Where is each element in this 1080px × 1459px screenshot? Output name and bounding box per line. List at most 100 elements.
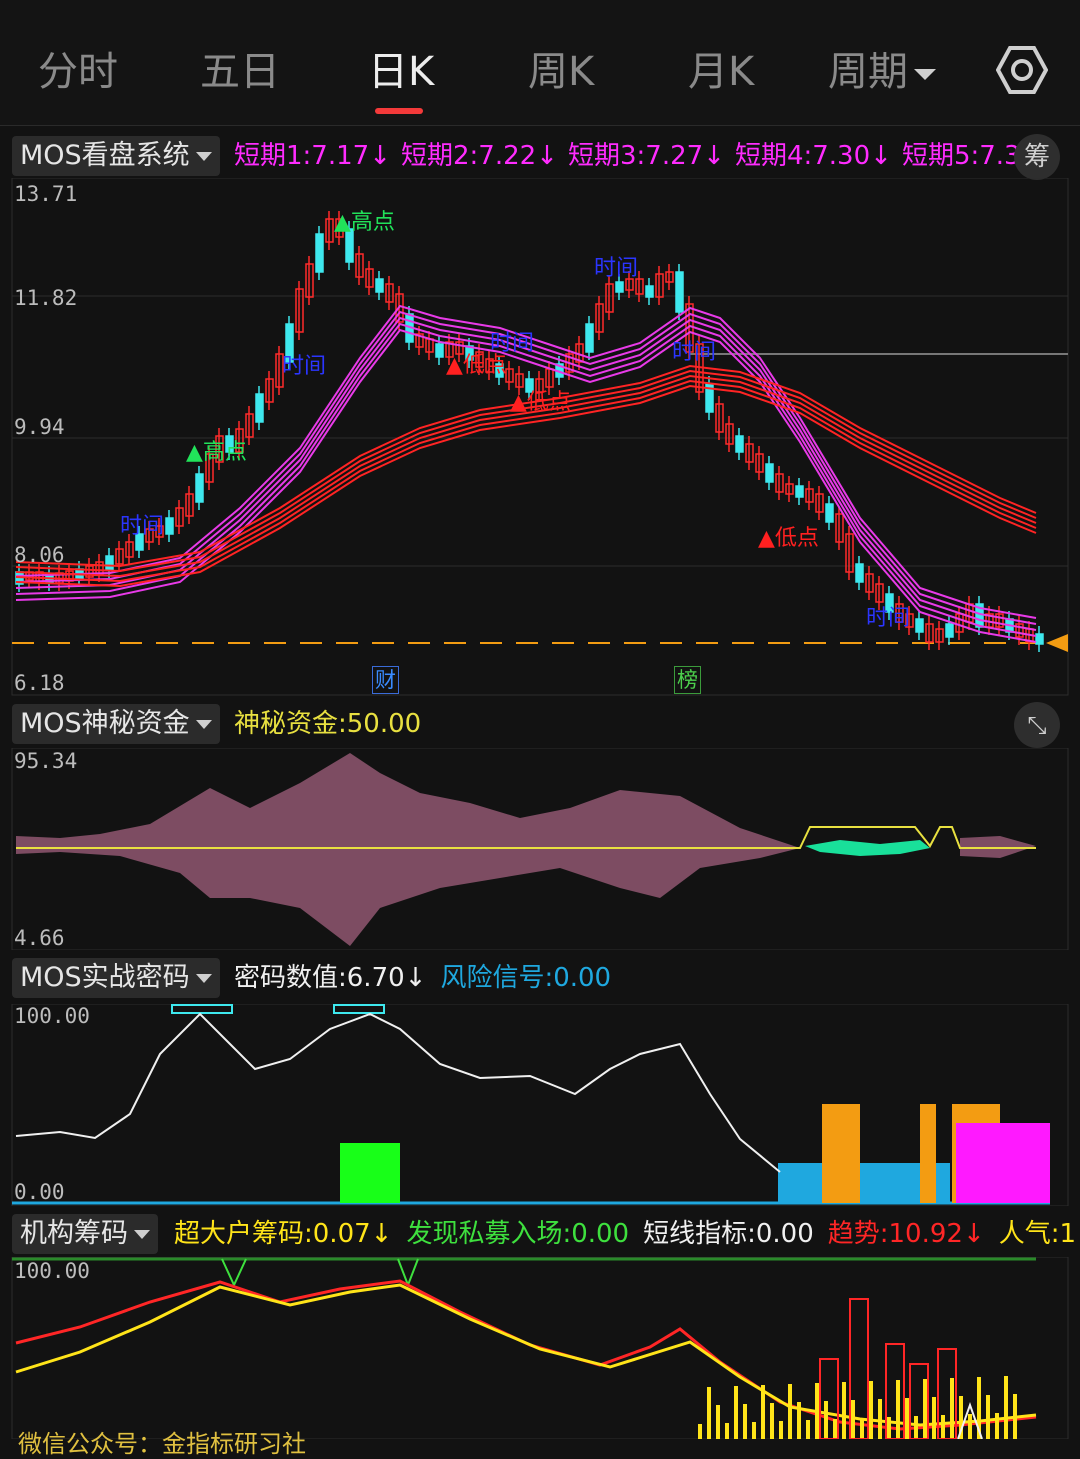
- main-chart-header: MOS看盘系统 短期1:7.17↓ 短期2:7.22↓ 短期3:7.27↓ 短期4:7…: [0, 134, 1080, 180]
- price-pointer-icon: [1046, 634, 1068, 652]
- signal-bar: [340, 1143, 400, 1203]
- indicator-value: 风险信号:0.00: [440, 963, 612, 993]
- panel4-indicator-selector[interactable]: 机构筹码: [12, 1214, 158, 1254]
- panel4-indicator-values: 超大户筹码:0.07↓ 发现私募入场:0.00 短线指标:0.00 趋势:10.92↓…: [174, 1214, 1080, 1254]
- indicator-value: 发现私募入场:0.00: [406, 1219, 630, 1249]
- panel3-indicator-selector[interactable]: MOS实战密码: [12, 958, 220, 998]
- selector-label: MOS神秘资金: [20, 708, 190, 739]
- chevron-down-icon: [134, 1230, 150, 1239]
- panel2-header: MOS神秘资金 神秘资金:50.00 ⤡: [0, 702, 1080, 748]
- panel2-axis-label: 4.66: [14, 926, 65, 950]
- time-marker: 时间: [120, 514, 165, 539]
- low-point-marker: ▲低点: [446, 353, 507, 378]
- selector-label: MOS实战密码: [20, 962, 190, 993]
- period-tab-bar: 分时 五日 日K 周K 月K 周期: [0, 0, 1080, 126]
- chevron-down-icon: [914, 68, 936, 80]
- active-tab-indicator: [375, 108, 423, 114]
- candle-body: [945, 623, 954, 638]
- finance-event-badge[interactable]: 财: [372, 666, 399, 694]
- candle-body: [165, 517, 174, 535]
- price-axis-label: 6.18: [14, 671, 65, 695]
- tab-intraday[interactable]: 分时: [38, 44, 118, 100]
- low-point-marker: ▲低点: [510, 390, 571, 415]
- indicator-value: 密码数值:6.70↓: [234, 963, 427, 993]
- candle-body: [645, 285, 654, 298]
- candle-body: [105, 555, 114, 571]
- price-axis-label: 8.06: [14, 543, 65, 567]
- indicator-value: 短期3:7.27↓: [567, 141, 725, 171]
- mystery-fund-chart[interactable]: [0, 748, 1080, 950]
- tab-daily-k[interactable]: 日K: [368, 44, 434, 100]
- candle-body: [255, 393, 264, 423]
- short-ma-line: [15, 316, 1037, 631]
- time-marker: 时间: [866, 606, 911, 631]
- candle-body: [795, 485, 804, 498]
- list-event-badge[interactable]: 榜: [674, 666, 701, 694]
- footer-watermark: 微信公众号：金指标研习社: [18, 1430, 306, 1458]
- time-marker: 时间: [672, 340, 717, 365]
- panel2-indicator-selector[interactable]: MOS神秘资金: [12, 704, 220, 744]
- panel3-axis-label: 0.00: [14, 1180, 65, 1204]
- popularity-line: [15, 1283, 1037, 1427]
- time-marker: 时间: [282, 354, 327, 379]
- institution-chips-chart[interactable]: [0, 1257, 1080, 1439]
- code-bar: [920, 1104, 936, 1203]
- low-point-marker: ▲低点: [758, 526, 819, 551]
- indicator-value: 趋势:10.92↓: [827, 1219, 985, 1249]
- settings-gear-icon[interactable]: [996, 44, 1048, 96]
- top-marker: [171, 1004, 233, 1014]
- candle-body: [675, 271, 684, 313]
- panel4-axis-label: 100.00: [14, 1259, 90, 1283]
- candle-body: [195, 473, 204, 503]
- chevron-down-icon: [195, 974, 212, 983]
- candle-body: [855, 563, 864, 583]
- mystery-fund-value: 神秘资金:50.00: [234, 709, 422, 739]
- indicator-value: 短期1:7.17↓: [234, 141, 391, 171]
- candle-body: [585, 323, 594, 353]
- trend-line: [15, 1279, 1037, 1431]
- panel2-axis-label: 95.34: [14, 749, 78, 773]
- candle-body: [615, 281, 624, 293]
- code-bar: [822, 1104, 860, 1203]
- indicator-value: 短期2:7.22↓: [400, 141, 558, 171]
- code-bar: [956, 1123, 1050, 1203]
- tab-five-day[interactable]: 五日: [200, 44, 280, 100]
- candle-body: [435, 343, 444, 358]
- panel4-header: 机构筹码 超大户筹码:0.07↓ 发现私募入场:0.00 短线指标:0.00 趋势:1…: [0, 1212, 1080, 1256]
- candle-body: [375, 278, 384, 293]
- top-marker: [333, 1004, 385, 1014]
- time-marker: 时间: [594, 256, 639, 281]
- chip-distribution-button[interactable]: 筹: [1014, 134, 1060, 180]
- price-axis-label: 13.71: [14, 182, 78, 206]
- chevron-down-icon: [195, 152, 212, 161]
- candle-body: [1035, 633, 1044, 645]
- candle-body: [735, 435, 744, 453]
- indicator-value: 超大户筹码:0.07↓: [174, 1219, 393, 1249]
- tab-monthly-k[interactable]: 月K: [688, 44, 754, 100]
- high-point-marker: ▲高点: [334, 210, 395, 235]
- tab-weekly-k[interactable]: 周K: [528, 44, 594, 100]
- candle-body: [915, 618, 924, 633]
- price-axis-label: 9.94: [14, 415, 65, 439]
- high-point-marker: ▲高点: [186, 440, 247, 465]
- selector-label: MOS看盘系统: [20, 140, 190, 171]
- selector-label: 机构筹码: [20, 1218, 128, 1249]
- panel3-axis-label: 100.00: [14, 1004, 90, 1028]
- indicator-value: 人气:1: [998, 1219, 1077, 1249]
- chevron-down-icon: [195, 720, 212, 729]
- panel3-indicator-values: 密码数值:6.70↓ 风险信号:0.00: [234, 958, 625, 998]
- period-label: 周期: [828, 49, 908, 95]
- panel3-header: MOS实战密码 密码数值:6.70↓ 风险信号:0.00: [0, 956, 1080, 1000]
- price-axis-label: 11.82: [14, 286, 78, 310]
- tab-period-dropdown[interactable]: 周期: [828, 44, 936, 100]
- main-indicator-values: 短期1:7.17↓ 短期2:7.22↓ 短期3:7.27↓ 短期4:7.30↓ 短期5:…: [234, 136, 1047, 176]
- candle-body: [825, 503, 834, 523]
- indicator-value: 短线指标:0.00: [643, 1219, 814, 1249]
- candle-body: [765, 463, 774, 483]
- expand-arrows-icon[interactable]: ⤡: [1014, 702, 1060, 748]
- kline-chart[interactable]: [0, 178, 1080, 698]
- indicator-value: 短期4:7.30↓: [734, 141, 892, 171]
- combat-code-chart[interactable]: [0, 1004, 1080, 1206]
- fund-area: [16, 753, 800, 946]
- main-indicator-selector[interactable]: MOS看盘系统: [12, 136, 220, 176]
